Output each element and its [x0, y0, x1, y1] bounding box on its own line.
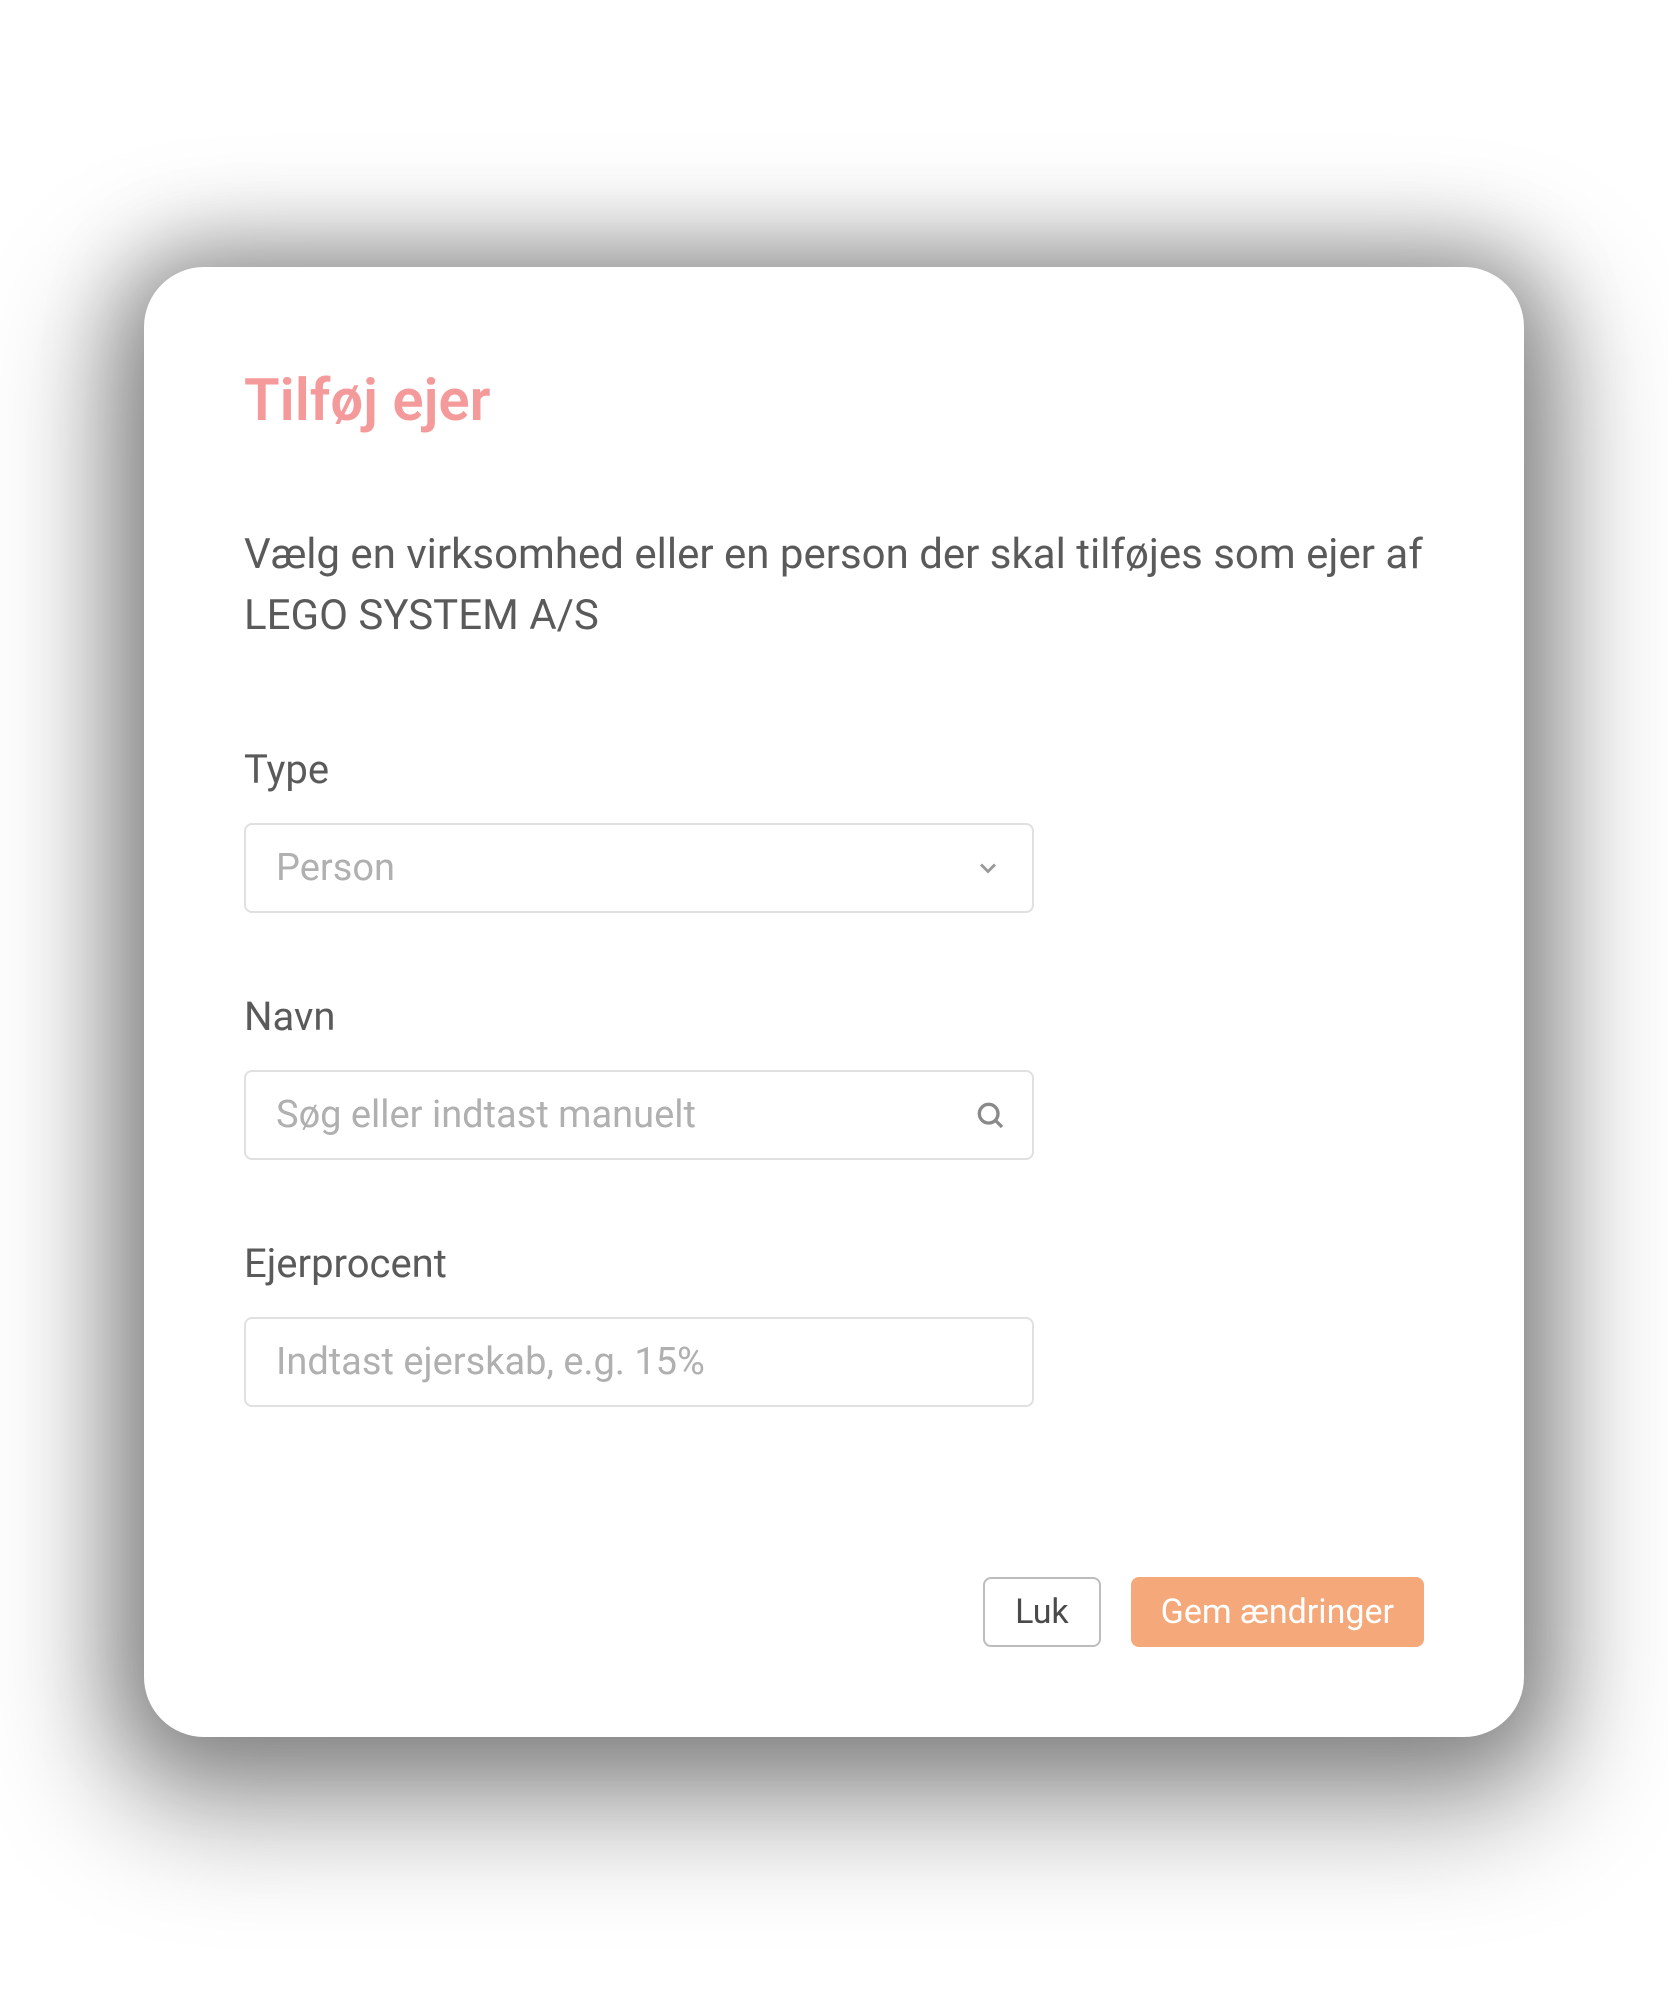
type-select-value: Person	[276, 846, 395, 890]
chevron-down-icon	[974, 854, 1002, 882]
ownership-input[interactable]	[244, 1317, 1034, 1407]
ownership-label: Ejerprocent	[244, 1240, 1424, 1287]
ownership-field-group: Ejerprocent	[244, 1240, 1424, 1407]
type-select[interactable]: Person	[244, 823, 1034, 913]
add-owner-modal: Tilføj ejer Vælg en virksomhed eller en …	[144, 267, 1524, 1738]
name-field-group: Navn	[244, 993, 1424, 1160]
save-button[interactable]: Gem ændringer	[1131, 1577, 1424, 1647]
name-label: Navn	[244, 993, 1424, 1040]
name-input[interactable]	[244, 1070, 1034, 1160]
type-label: Type	[244, 746, 1424, 793]
close-button[interactable]: Luk	[983, 1577, 1101, 1647]
type-field-group: Type Person	[244, 746, 1424, 913]
modal-title: Tilføj ejer	[244, 367, 1424, 435]
button-row: Luk Gem ændringer	[244, 1577, 1424, 1647]
modal-description: Vælg en virksomhed eller en person der s…	[244, 525, 1424, 647]
